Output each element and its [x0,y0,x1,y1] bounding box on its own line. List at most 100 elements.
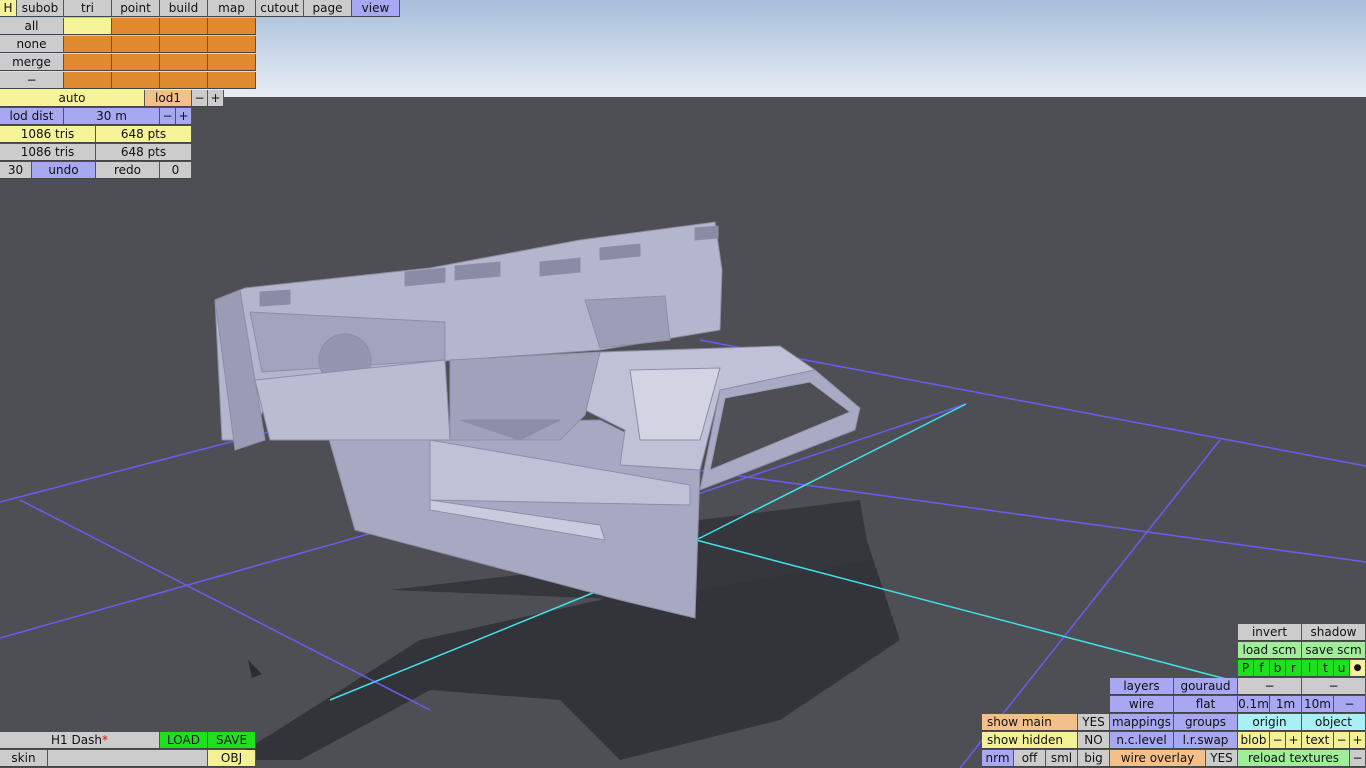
subob-slot[interactable] [160,36,208,53]
grid-01m-button[interactable]: 0.1m [1238,696,1270,713]
blob-minus-button[interactable]: − [1270,732,1286,749]
subob-slot[interactable] [112,54,160,71]
object-button[interactable]: object [1302,714,1366,731]
obj-button[interactable]: OBJ [208,750,256,767]
blob-button[interactable]: blob [1238,732,1270,749]
subob-slot[interactable] [112,36,160,53]
lod-level-button[interactable]: lod1 [145,90,192,107]
skin-field[interactable] [48,750,208,767]
invert-button[interactable]: invert [1238,624,1302,641]
tab-cutout[interactable]: cutout [256,0,304,17]
wire-button[interactable]: wire [1110,696,1174,713]
load-button[interactable]: LOAD [160,732,208,749]
file-name[interactable]: H1 Dash* [0,732,160,749]
lod-dist-label: lod dist [0,108,64,125]
redo-count: 0 [160,162,192,179]
lod-dist-minus-button[interactable]: − [160,108,176,125]
modified-mark: * [101,733,108,747]
tab-page[interactable]: page [304,0,352,17]
subob-slot[interactable] [208,18,256,35]
nc-level-button[interactable]: n.c.level [1110,732,1174,749]
origin-button[interactable]: origin [1238,714,1302,731]
lod-plus-button[interactable]: + [208,90,224,107]
lod-auto-button[interactable]: auto [0,90,145,107]
grid-minus-button[interactable]: − [1334,696,1366,713]
reload-textures-button[interactable]: reload textures [1238,750,1350,767]
subob-slot[interactable] [112,72,160,89]
wire-overlay-button[interactable]: wire overlay [1110,750,1206,767]
subob-slot[interactable] [208,72,256,89]
point-count: 648 pts [96,126,192,143]
tri-count-total: 1086 tris [0,144,96,161]
reload-minus-button[interactable]: − [1350,750,1366,767]
subob-slot[interactable] [208,54,256,71]
view-p-button[interactable]: P [1238,660,1254,677]
shadow-button[interactable]: shadow [1302,624,1366,641]
merge-button[interactable]: merge [0,54,64,71]
show-hidden-button[interactable]: show hidden [982,732,1078,749]
subob-slot[interactable] [160,54,208,71]
tab-subob[interactable]: subob [17,0,64,17]
view-f-button[interactable]: f [1254,660,1270,677]
view-t-button[interactable]: t [1318,660,1334,677]
file-name-text: H1 Dash [51,733,102,747]
show-main-button[interactable]: show main [982,714,1078,731]
view-u-button[interactable]: u [1334,660,1350,677]
subob-slot[interactable] [64,54,112,71]
view-dot-icon[interactable]: ● [1350,660,1366,677]
show-hidden-value[interactable]: NO [1078,732,1110,749]
grid-10m-button[interactable]: 10m [1302,696,1334,713]
undo-count: 30 [0,162,32,179]
subob-slot[interactable] [64,18,112,35]
flat-button[interactable]: flat [1174,696,1238,713]
grid-minus-left-button[interactable]: − [1238,678,1302,695]
tab-view[interactable]: view [352,0,400,17]
grid-minus-right-button[interactable]: − [1302,678,1366,695]
redo-button[interactable]: redo [96,162,160,179]
subob-slot[interactable] [160,18,208,35]
gouraud-button[interactable]: gouraud [1174,678,1238,695]
layers-button[interactable]: layers [1110,678,1174,695]
tab-tri[interactable]: tri [64,0,112,17]
text-button[interactable]: text [1302,732,1334,749]
load-scm-button[interactable]: load scm [1238,642,1302,659]
view-l-button[interactable]: l [1302,660,1318,677]
text-plus-button[interactable]: + [1350,732,1366,749]
select-minus-button[interactable]: − [0,72,64,89]
save-button[interactable]: SAVE [208,732,256,749]
subob-slot[interactable] [160,72,208,89]
sml-button[interactable]: sml [1046,750,1078,767]
tri-count: 1086 tris [0,126,96,143]
big-button[interactable]: big [1078,750,1110,767]
subob-slot[interactable] [208,36,256,53]
view-r-button[interactable]: r [1286,660,1302,677]
subob-slot[interactable] [112,18,160,35]
off-button[interactable]: off [1014,750,1046,767]
save-scm-button[interactable]: save scm [1302,642,1366,659]
subob-slot[interactable] [64,72,112,89]
home-button[interactable]: H [0,0,17,17]
lod-minus-button[interactable]: − [192,90,208,107]
tab-build[interactable]: build [160,0,208,17]
select-none-button[interactable]: none [0,36,64,53]
lr-swap-button[interactable]: l.r.swap [1174,732,1238,749]
mappings-button[interactable]: mappings [1110,714,1174,731]
skin-button[interactable]: skin [0,750,48,767]
view-b-button[interactable]: b [1270,660,1286,677]
undo-button[interactable]: undo [32,162,96,179]
tab-map[interactable]: map [208,0,256,17]
nrm-button[interactable]: nrm [982,750,1014,767]
wire-overlay-value[interactable]: YES [1206,750,1238,767]
lod-dist-value[interactable]: 30 m [64,108,160,125]
3d-viewport[interactable] [0,0,1366,768]
tab-point[interactable]: point [112,0,160,17]
show-main-value[interactable]: YES [1078,714,1110,731]
select-all-button[interactable]: all [0,18,64,35]
subob-slot[interactable] [64,36,112,53]
grid-1m-button[interactable]: 1m [1270,696,1302,713]
lod-dist-plus-button[interactable]: + [176,108,192,125]
text-minus-button[interactable]: − [1334,732,1350,749]
blob-plus-button[interactable]: + [1286,732,1302,749]
point-count-total: 648 pts [96,144,192,161]
groups-button[interactable]: groups [1174,714,1238,731]
